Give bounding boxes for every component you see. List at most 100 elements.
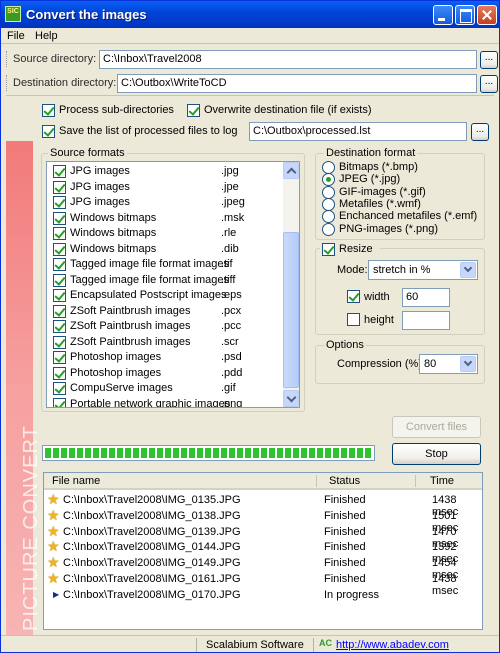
- app-window: SIC Convert the images File Help Source …: [0, 0, 500, 653]
- destination-format-radio[interactable]: [322, 222, 335, 236]
- source-directory-input[interactable]: C:\Inbox\Travel2008: [99, 50, 477, 69]
- convert-files-button[interactable]: Convert files: [392, 416, 481, 438]
- resize-mode-select[interactable]: stretch in %: [368, 260, 478, 280]
- website-link[interactable]: http://www.abadev.com: [336, 639, 449, 651]
- format-extension: .rle: [221, 227, 237, 239]
- format-extension: .eps: [221, 289, 242, 301]
- column-file-name[interactable]: File name: [52, 475, 100, 487]
- format-checkbox[interactable]: [53, 382, 66, 395]
- format-checkbox[interactable]: [53, 273, 66, 287]
- close-button[interactable]: [477, 5, 497, 25]
- chevron-down-icon[interactable]: [460, 262, 476, 278]
- resize-checkbox[interactable]: [322, 243, 335, 256]
- column-divider[interactable]: [316, 475, 317, 487]
- minimize-button[interactable]: [433, 5, 453, 25]
- format-checkbox[interactable]: [53, 335, 66, 349]
- format-checkbox[interactable]: [53, 211, 66, 225]
- format-list-item[interactable]: Tagged image file format images .tif: [47, 257, 284, 272]
- results-row[interactable]: ★ C:\Inbox\Travel2008\IMG_0138.JPG Finishe…: [44, 507, 482, 534]
- format-list-item[interactable]: Portable network graphic images .png: [47, 397, 284, 407]
- destination-format-title: Destination format: [324, 147, 418, 159]
- format-checkbox[interactable]: [53, 289, 66, 302]
- results-row[interactable]: ★ C:\Inbox\Travel2008\IMG_0144.JPG Finishe…: [44, 538, 482, 565]
- source-formats-scrollbar[interactable]: [283, 162, 299, 407]
- destination-format-label: GIF-images (*.gif): [339, 185, 426, 198]
- format-list-item[interactable]: Tagged image file format images .tiff: [47, 273, 284, 288]
- format-list-item[interactable]: ZSoft Paintbrush images .pcc: [47, 319, 284, 334]
- height-checkbox[interactable]: [347, 313, 360, 326]
- format-name: JPG images: [70, 196, 130, 208]
- format-list-item[interactable]: ZSoft Paintbrush images .pcx: [47, 304, 284, 319]
- log-path-input[interactable]: C:\Outbox\processed.lst: [249, 122, 467, 141]
- column-time[interactable]: Time: [430, 475, 454, 487]
- results-row[interactable]: ★ C:\Inbox\Travel2008\IMG_0149.JPG Finishe…: [44, 554, 482, 581]
- format-list-item[interactable]: Windows bitmaps .rle: [47, 226, 284, 241]
- destination-browse-button[interactable]: ...: [480, 75, 498, 93]
- title-bar[interactable]: SIC Convert the images: [1, 1, 499, 28]
- format-list-item[interactable]: Windows bitmaps .msk: [47, 211, 284, 226]
- chevron-down-icon[interactable]: [460, 356, 476, 372]
- format-list-item[interactable]: CompuServe images .gif: [47, 381, 284, 396]
- format-checkbox[interactable]: [53, 196, 66, 209]
- menu-help[interactable]: Help: [35, 30, 58, 42]
- results-row[interactable]: ▶ C:\Inbox\Travel2008\IMG_0170.JPG In prog…: [44, 587, 482, 603]
- overwrite-checkbox[interactable]: [187, 104, 200, 117]
- format-checkbox[interactable]: [53, 320, 66, 333]
- maximize-button[interactable]: [455, 5, 475, 25]
- format-list-item[interactable]: JPG images .jpg: [47, 164, 284, 179]
- compression-select[interactable]: 80: [419, 354, 478, 374]
- width-checkbox[interactable]: [347, 290, 360, 303]
- scroll-up-icon[interactable]: [283, 162, 299, 179]
- format-list-item[interactable]: ZSoft Paintbrush images .scr: [47, 335, 284, 350]
- process-subdirs-checkbox[interactable]: [42, 104, 55, 117]
- format-checkbox[interactable]: [53, 397, 66, 407]
- format-list-item[interactable]: JPG images .jpe: [47, 180, 284, 195]
- format-extension: .tiff: [221, 273, 236, 286]
- format-checkbox[interactable]: [53, 180, 66, 194]
- save-log-checkbox[interactable]: [42, 125, 55, 138]
- format-checkbox[interactable]: [53, 227, 66, 240]
- source-browse-button[interactable]: ...: [480, 51, 498, 69]
- result-status: Finished: [324, 541, 366, 554]
- format-checkbox[interactable]: [53, 242, 66, 256]
- column-status[interactable]: Status: [329, 475, 360, 487]
- destination-format-radio[interactable]: [322, 161, 335, 174]
- results-row[interactable]: ★ C:\Inbox\Travel2008\IMG_0135.JPG Finishe…: [44, 491, 482, 518]
- format-checkbox[interactable]: [53, 304, 66, 318]
- pointer-icon: ▶: [53, 589, 60, 599]
- format-list-item[interactable]: Photoshop images .psd: [47, 350, 284, 365]
- format-checkbox[interactable]: [53, 351, 66, 364]
- width-label: width: [364, 291, 390, 303]
- format-list-item[interactable]: Encapsulated Postscript images .eps: [47, 288, 284, 303]
- format-list-item[interactable]: Photoshop images .pdd: [47, 366, 284, 381]
- result-status: Finished: [324, 557, 366, 570]
- results-header: File name Status Time: [44, 473, 482, 490]
- compression-value: 80: [424, 358, 437, 370]
- format-checkbox[interactable]: [53, 258, 66, 271]
- result-file-name: C:\Inbox\Travel2008\IMG_0170.JPG: [63, 588, 241, 601]
- format-list-item[interactable]: JPG images .jpeg: [47, 195, 284, 210]
- resize-title: Resize: [320, 242, 380, 257]
- width-input[interactable]: 60: [402, 288, 450, 307]
- result-file-name: C:\Inbox\Travel2008\IMG_0138.JPG: [63, 509, 241, 522]
- star-icon: ★: [47, 522, 60, 539]
- destination-directory-input[interactable]: C:\Outbox\WriteToCD: [117, 74, 477, 93]
- format-checkbox[interactable]: [53, 165, 66, 178]
- result-status: Finished: [324, 525, 366, 538]
- column-divider[interactable]: [415, 475, 416, 487]
- format-name: CompuServe images: [70, 382, 173, 394]
- scroll-thumb[interactable]: [283, 232, 299, 388]
- save-log-label: Save the list of processed files to log: [59, 125, 238, 137]
- format-list-item[interactable]: Windows bitmaps .dib: [47, 242, 284, 257]
- results-row[interactable]: ★ C:\Inbox\Travel2008\IMG_0139.JPG Finishe…: [44, 522, 482, 550]
- menu-file[interactable]: File: [7, 30, 25, 42]
- destination-format-radio[interactable]: [322, 197, 335, 211]
- log-browse-button[interactable]: ...: [471, 123, 489, 141]
- format-name: JPG images: [70, 180, 130, 193]
- results-row[interactable]: ★ C:\Inbox\Travel2008\IMG_0161.JPG Finishe…: [44, 570, 482, 597]
- format-checkbox[interactable]: [53, 366, 66, 380]
- stop-button[interactable]: Stop: [392, 443, 481, 465]
- scroll-down-icon[interactable]: [283, 390, 299, 407]
- height-input[interactable]: [402, 311, 450, 330]
- destination-format-radio[interactable]: [322, 185, 335, 199]
